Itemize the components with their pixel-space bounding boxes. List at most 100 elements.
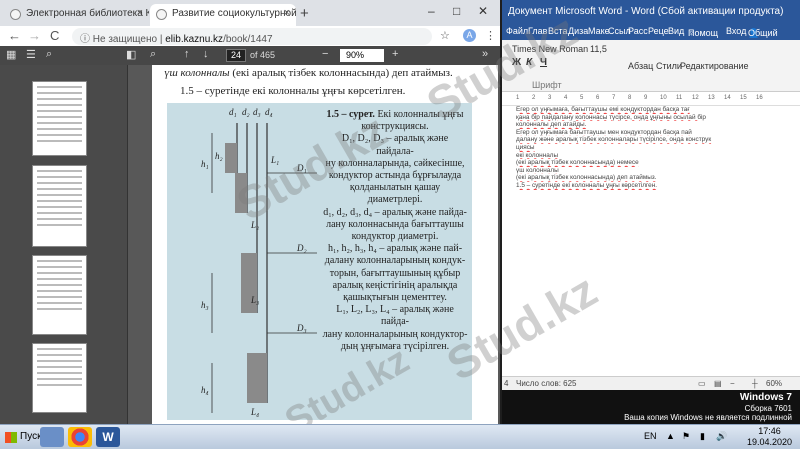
security-label: Не защищено <box>92 34 158 45</box>
list-view-icon[interactable]: ☰ <box>26 48 36 61</box>
url-path: /book/1447 <box>223 34 273 45</box>
maximize-button[interactable]: □ <box>453 4 460 18</box>
font-name-select[interactable]: Times New Roman <box>512 44 588 54</box>
globe-icon <box>156 9 167 20</box>
print-layout-icon[interactable]: ▤ <box>714 379 722 388</box>
figure-caption: 1.5 – сурет. Екі колонналы ұңғы конструк… <box>322 109 468 352</box>
forward-button[interactable]: → <box>28 28 41 43</box>
language-indicator[interactable]: EN <box>644 431 657 441</box>
word-window: Документ Microsoft Word - Word (Сбой акт… <box>502 0 800 390</box>
pdf-toolbar: ▦ ☰ ⌕ ◧ ⌕ ↑ ↓ 24 of 465 − 90% + » <box>0 46 500 65</box>
tab-socio-cultural[interactable]: Развитие социокультурной коми × <box>150 4 296 26</box>
close-tab-icon[interactable]: × <box>284 7 290 19</box>
url-host: elib.kaznu.kz <box>165 34 224 45</box>
ruler: 1 2 3 4 5 6 7 8 9 10 11 12 13 14 15 16 <box>502 92 800 106</box>
tab-home[interactable]: Глав <box>528 26 547 36</box>
read-mode-icon[interactable]: ▭ <box>698 379 706 388</box>
styles-group[interactable]: Стили <box>656 61 682 71</box>
word-title-bar: Документ Microsoft Word - Word (Сбой акт… <box>502 0 800 24</box>
tab-design[interactable]: Диза <box>568 26 588 36</box>
page-indicator[interactable]: 4 <box>504 379 508 388</box>
bold-button[interactable]: Ж <box>512 57 521 68</box>
next-page-icon[interactable]: ↓ <box>203 48 209 60</box>
tab-view[interactable]: Вид <box>668 26 684 36</box>
search-icon[interactable]: ⌕ <box>150 48 156 61</box>
zoom-out-icon[interactable]: − <box>730 379 735 388</box>
zoom-in-button[interactable]: + <box>392 48 398 60</box>
windows-build: Сборка 7601 <box>744 404 792 413</box>
label-L2: L₂ <box>250 220 259 230</box>
explorer-icon[interactable] <box>40 427 64 447</box>
status-bar: 4 Число слов: 625 ▭ ▤ − ┼ 60% <box>502 376 800 390</box>
zoom-select[interactable]: 90% <box>340 49 384 62</box>
page-thumbnail[interactable] <box>32 165 87 247</box>
minimize-button[interactable]: – <box>428 4 435 18</box>
tab-layout[interactable]: Маке <box>588 26 610 36</box>
profile-avatar[interactable]: A <box>463 29 476 42</box>
ribbon: Times New Roman 11,5 Ж К Ч Абзац Стили Р… <box>502 40 800 92</box>
activation-notice: Ваша копия Windows не является подлинной <box>624 413 792 422</box>
pdf-page: үш колонналы (екі аралық тізбек колоннас… <box>152 65 498 424</box>
more-tools-icon[interactable]: » <box>482 48 488 60</box>
word-icon[interactable]: W <box>96 427 120 447</box>
page-thumbnail[interactable] <box>32 255 87 335</box>
label-D3: D₃ <box>296 323 307 333</box>
italic-button[interactable]: К <box>526 57 532 68</box>
tab-mailings[interactable]: Расс <box>628 26 648 36</box>
label-d4: d₄ <box>265 107 273 117</box>
label-d1: d₁ <box>229 107 237 117</box>
tab-label: Электронная библиотека КазНУ <box>26 8 149 19</box>
label-h1: h₁ <box>201 159 209 169</box>
paragraph-group[interactable]: Абзац <box>628 61 653 71</box>
back-button[interactable]: ← <box>8 28 21 43</box>
star-icon[interactable]: ☆ <box>440 29 450 42</box>
page-total: of 465 <box>250 50 276 60</box>
chrome-icon[interactable] <box>68 427 92 447</box>
label-D2: D₂ <box>296 243 307 253</box>
word-count[interactable]: Число слов: 625 <box>516 379 576 388</box>
underline-button[interactable]: Ч <box>540 57 547 68</box>
page-text-line: үш колонналы (екі аралық тізбек колоннас… <box>164 67 453 79</box>
tab-review[interactable]: Реце <box>648 26 669 36</box>
editing-group[interactable]: Редактирование <box>680 61 749 71</box>
network-icon[interactable]: ▮ <box>700 431 705 442</box>
zoom-slider[interactable]: ┼ <box>752 379 758 388</box>
font-group-label: Шрифт <box>532 80 562 90</box>
attachment-icon[interactable]: ⌕ <box>46 48 52 61</box>
zoom-level[interactable]: 60% <box>766 379 782 388</box>
label-h4: h₄ <box>201 385 209 395</box>
volume-icon[interactable]: 🔊 <box>716 431 727 442</box>
start-label: Пуск <box>20 431 42 442</box>
taskbar: Пуск W EN ▲ ⚑ ▮ 🔊 17:46 19.04.2020 <box>0 424 800 449</box>
zoom-out-button[interactable]: − <box>322 48 328 60</box>
address-bar-row: ← → C ⓘ Не защищено | elib.kaznu.kz/book… <box>0 26 500 46</box>
reload-button[interactable]: C <box>50 28 59 43</box>
label-L1: L₁ <box>270 155 279 165</box>
panel-icon[interactable]: ◧ <box>126 48 136 61</box>
tab-file[interactable]: Файл <box>506 26 528 36</box>
sign-in-button[interactable]: Вход <box>726 26 746 36</box>
info-icon[interactable]: ⓘ <box>80 34 93 45</box>
document-body[interactable]: Егер ол уңғымаға, бағыттаушы емі кондукт… <box>516 106 786 374</box>
flag-icon[interactable]: ⚑ <box>682 431 690 442</box>
sidebar-toggle-icon[interactable]: ▦ <box>6 48 16 61</box>
close-tab-icon[interactable]: × <box>137 7 143 19</box>
page-text-line: 1.5 – суретінде екі колонналы ұңғы көрсе… <box>180 85 406 97</box>
page-thumbnail[interactable] <box>32 81 87 156</box>
font-size-select[interactable]: 11,5 <box>590 44 607 54</box>
tab-insert[interactable]: Вста <box>548 26 568 36</box>
ribbon-tabs: Файл Глав Вста Диза Маке Ссыл Расс Реце … <box>502 24 800 48</box>
tray-arrow-icon[interactable]: ▲ <box>666 431 675 441</box>
address-input[interactable]: ⓘ Не защищено | elib.kaznu.kz/book/1447 <box>72 28 432 45</box>
tab-kaznu-library[interactable]: Электронная библиотека КазНУ × <box>4 4 149 26</box>
page-number-input[interactable]: 24 <box>226 49 246 62</box>
label-d2: d₂ <box>242 107 250 117</box>
close-window-button[interactable]: ✕ <box>478 4 488 18</box>
prev-page-icon[interactable]: ↑ <box>184 48 190 60</box>
clock[interactable]: 17:46 19.04.2020 <box>747 426 792 448</box>
new-tab-button[interactable]: + <box>300 5 309 22</box>
label-L3: L₃ <box>250 295 259 305</box>
menu-icon[interactable]: ⋮ <box>485 29 496 42</box>
page-thumbnail[interactable] <box>32 343 87 413</box>
label-d3: d₃ <box>253 107 261 117</box>
